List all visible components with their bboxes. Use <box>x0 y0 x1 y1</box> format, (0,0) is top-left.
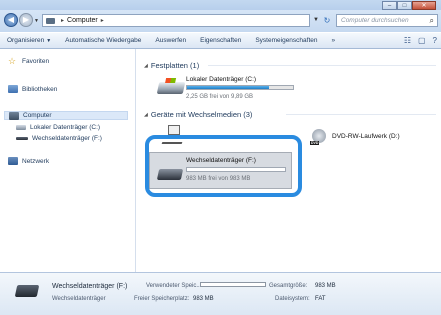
details-usage-bar <box>200 282 266 287</box>
details-drive-name: Wechseldatenträger (F:) <box>52 283 128 290</box>
navigation-pane: ☆ Favoriten Bibliotheken Computer Lokaler… <box>0 49 136 272</box>
system-drive-icon <box>156 82 186 94</box>
nav-item-computer[interactable]: Computer <box>4 111 128 120</box>
library-icon <box>8 85 18 93</box>
system-properties-button[interactable]: Systemeigenschaften <box>248 37 324 44</box>
address-bar[interactable]: ▸ Computer ▸ <box>42 14 310 27</box>
group-divider <box>286 114 436 115</box>
computer-icon <box>9 111 19 120</box>
details-free-label: Freier Speicherplatz: <box>134 296 190 302</box>
computer-icon <box>46 17 55 24</box>
nav-item-libraries[interactable]: Bibliotheken <box>8 85 57 93</box>
breadcrumb-chevron-icon[interactable]: ▸ <box>101 17 104 24</box>
command-bar: Organisieren ▼ Automatische Wiedergabe Au… <box>0 32 441 49</box>
recent-pages-dropdown[interactable]: ▼ <box>34 18 39 24</box>
group-divider <box>208 65 436 66</box>
search-input[interactable]: Computer durchsuchen ⌕ <box>336 14 438 27</box>
hard-drive-icon <box>16 125 26 130</box>
dvd-drive-icon: DVD <box>310 129 326 145</box>
details-total-value: 983 MB <box>315 283 336 289</box>
nav-item-removable[interactable]: Wechseldatenträger (F:) <box>16 135 102 142</box>
preview-pane-icon[interactable]: ▢ <box>418 36 426 45</box>
highlight-annotation <box>145 135 302 197</box>
forward-button[interactable]: ▶ <box>19 13 33 27</box>
removable-device-icon[interactable] <box>168 125 180 135</box>
nav-item-local-disk[interactable]: Lokaler Datenträger (C:) <box>16 124 100 131</box>
collapse-triangle-icon[interactable]: ◢ <box>144 112 148 118</box>
eject-button[interactable]: Auswerfen <box>148 37 193 44</box>
star-icon: ☆ <box>8 56 17 66</box>
nav-item-favorites[interactable]: ☆ Favoriten <box>8 56 49 66</box>
explorer-window: – □ ✕ ◀ ▶ ▼ ▸ Computer ▸ ▼ ↻ Computer du… <box>0 0 441 315</box>
search-placeholder: Computer durchsuchen <box>341 17 409 24</box>
dvd-drive-name: DVD-RW-Laufwerk (D:) <box>332 133 400 140</box>
organize-menu[interactable]: Organisieren ▼ <box>0 37 58 44</box>
title-bar: – □ ✕ <box>0 0 441 10</box>
autoplay-button[interactable]: Automatische Wiedergabe <box>58 37 148 44</box>
group-header-removable[interactable]: ◢ Geräte mit Wechselmedien (3) <box>144 110 252 119</box>
details-free-value: 983 MB <box>193 296 214 302</box>
help-icon[interactable]: ? <box>433 36 437 45</box>
details-total-label: Gesamtgröße: <box>269 283 308 289</box>
minimize-button[interactable]: – <box>382 1 397 10</box>
drive-c-free: 2,25 GB frei von 9,89 GB <box>186 94 254 100</box>
details-used-label: Verwendeter Speic... <box>146 283 202 289</box>
group-header-hdd[interactable]: ◢ Festplatten (1) <box>144 61 199 70</box>
search-icon[interactable]: ⌕ <box>430 15 434 26</box>
network-icon <box>8 157 18 165</box>
properties-button[interactable]: Eigenschaften <box>193 37 248 44</box>
drive-c-usage-fill <box>187 86 269 89</box>
close-button[interactable]: ✕ <box>412 1 436 10</box>
breadcrumb-separator-icon[interactable]: ▸ <box>61 17 64 24</box>
change-view-icon[interactable]: ☷ <box>404 36 411 45</box>
details-pane: Wechseldatenträger (F:) Wechseldatenträg… <box>0 272 441 315</box>
address-dropdown-icon[interactable]: ▼ <box>311 14 321 27</box>
drive-c-usage-bar <box>186 85 294 90</box>
more-commands-button[interactable]: » <box>325 37 343 44</box>
details-fs-value: FAT <box>315 296 326 302</box>
dropdown-arrow-icon: ▼ <box>46 38 52 44</box>
back-button[interactable]: ◀ <box>4 13 18 27</box>
refresh-icon[interactable]: ↻ <box>321 14 333 27</box>
address-row: ◀ ▶ ▼ ▸ Computer ▸ ▼ ↻ Computer durchsuc… <box>0 10 441 32</box>
nav-item-network[interactable]: Netzwerk <box>8 157 49 165</box>
drive-c-name: Lokaler Datenträger (C:) <box>186 76 257 83</box>
details-drive-type: Wechseldatenträger <box>52 296 106 302</box>
usb-drive-icon <box>14 285 40 297</box>
maximize-button[interactable]: □ <box>397 1 412 10</box>
breadcrumb-computer[interactable]: Computer <box>67 17 98 24</box>
collapse-triangle-icon[interactable]: ◢ <box>144 63 148 69</box>
usb-drive-icon <box>16 137 28 140</box>
details-fs-label: Dateisystem: <box>275 296 310 302</box>
